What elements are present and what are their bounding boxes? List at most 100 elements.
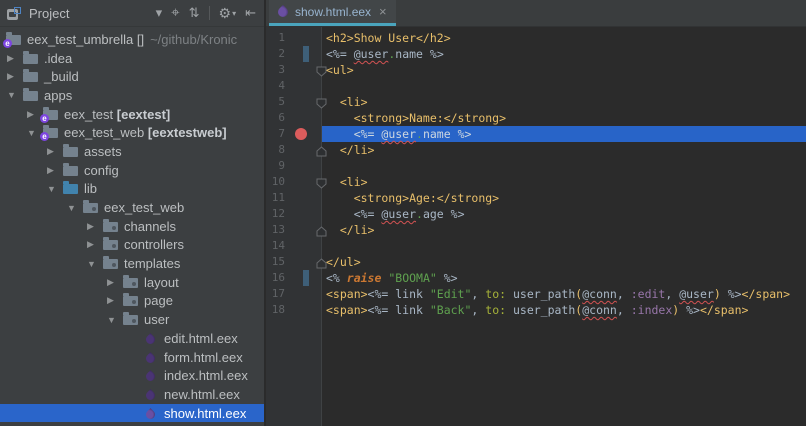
tree-item-new-html-eex[interactable]: new.html.eex [0, 385, 264, 404]
chevron-collapsed-icon[interactable]: ▶ [87, 239, 101, 250]
code-token[interactable]: <li> [326, 175, 368, 189]
code-token[interactable]: <span> [326, 287, 368, 301]
fold-start-icon[interactable] [316, 65, 327, 76]
fold-end-icon[interactable] [316, 225, 327, 236]
line-number[interactable]: 16 [266, 270, 285, 286]
code-line-12[interactable]: 12 <%= @user.age %> [266, 206, 806, 222]
code-token[interactable]: user_path [506, 303, 575, 317]
tree-item-edit-html-eex[interactable]: edit.html.eex [0, 329, 264, 348]
chevron-expanded-icon[interactable]: ▼ [7, 90, 21, 100]
code-token[interactable]: <h2>Show User</h2> [326, 31, 451, 45]
code-token[interactable]: , [617, 287, 631, 301]
line-number[interactable]: 2 [266, 46, 285, 62]
code-token[interactable]: @user [381, 207, 416, 221]
code-token[interactable]: to: [485, 287, 506, 301]
tree-item-eex-test-umbrella-[interactable]: eeex_test_umbrella []~/github/Kronic [0, 30, 264, 49]
code-token[interactable]: <% [326, 271, 347, 285]
gear-button[interactable]: ⚙ ▾ [219, 6, 237, 20]
code-token[interactable]: @user [381, 127, 416, 141]
tree-item--build[interactable]: ▶_build [0, 67, 264, 86]
code-token[interactable]: "BOOMA" [388, 271, 436, 285]
code-token[interactable]: user_path [506, 287, 575, 301]
tree-item-eex-test[interactable]: ▶eeex_test [eextest] [0, 105, 264, 124]
code-token[interactable]: </ul> [326, 255, 361, 269]
line-number[interactable]: 10 [266, 174, 285, 190]
code-token[interactable]: , [471, 287, 485, 301]
line-number[interactable]: 17 [266, 286, 285, 302]
code-token[interactable]: . [416, 127, 423, 141]
tree-item--idea[interactable]: ▶.idea [0, 49, 264, 68]
code-line-15[interactable]: 15</ul> [266, 254, 806, 270]
code-token[interactable]: :index [631, 303, 673, 317]
code-token[interactable]: ) [714, 287, 721, 301]
line-number[interactable]: 18 [266, 302, 285, 318]
chevron-collapsed-icon[interactable]: ▶ [27, 109, 41, 120]
code-token[interactable]: %> [721, 287, 742, 301]
fold-start-icon[interactable] [316, 97, 327, 108]
code-token[interactable]: <span> [326, 303, 368, 317]
code-line-1[interactable]: 1<h2>Show User</h2> [266, 30, 806, 46]
chevron-down-icon[interactable]: ▾ [156, 6, 163, 20]
code-token[interactable]: . [416, 207, 423, 221]
line-number[interactable]: 11 [266, 190, 285, 206]
code-token[interactable]: @conn [582, 303, 617, 317]
code-line-8[interactable]: 8 </li> [266, 142, 806, 158]
tree-item-channels[interactable]: ▶channels [0, 217, 264, 236]
chevron-collapsed-icon[interactable]: ▶ [107, 295, 121, 306]
tree-item-eex-test-web[interactable]: ▼eex_test_web [0, 198, 264, 217]
line-number[interactable]: 4 [266, 78, 285, 94]
line-number[interactable]: 12 [266, 206, 285, 222]
code-token[interactable]: <%= [326, 127, 381, 141]
code-token[interactable]: <%= link [368, 287, 430, 301]
code-token[interactable]: , [471, 303, 485, 317]
tree-item-show-html-eex[interactable]: show.html.eex [0, 404, 264, 423]
chevron-collapsed-icon[interactable]: ▶ [87, 221, 101, 232]
code-area[interactable]: 1<h2>Show User</h2>2 <%= @user. name %> 3 <u… [266, 30, 806, 318]
tree-item-eex-test-web[interactable]: ▼eeex_test_web [eextestweb] [0, 123, 264, 142]
tree-item-assets[interactable]: ▶assets [0, 142, 264, 161]
code-token[interactable]: </li> [326, 223, 374, 237]
code-token[interactable]: <strong>Age:</strong> [326, 191, 499, 205]
code-token[interactable]: "Edit" [430, 287, 472, 301]
code-token[interactable]: %> [437, 271, 458, 285]
chevron-collapsed-icon[interactable]: ▶ [47, 146, 61, 157]
code-line-4[interactable]: 4 [266, 78, 806, 94]
chevron-collapsed-icon[interactable]: ▶ [107, 277, 121, 288]
tree-item-apps[interactable]: ▼apps [0, 86, 264, 105]
code-line-7[interactable]: 7 <%= @user.name %> [266, 126, 806, 142]
locate-file-icon[interactable]: ⌖ [171, 6, 179, 20]
code-token[interactable]: %> [444, 207, 465, 221]
code-token[interactable]: :edit [631, 287, 666, 301]
chevron-expanded-icon[interactable]: ▼ [47, 184, 61, 194]
code-token[interactable]: </li> [326, 143, 374, 157]
fold-end-icon[interactable] [316, 257, 327, 268]
code-line-3[interactable]: 3 <ul> [266, 62, 806, 78]
tree-item-index-html-eex[interactable]: index.html.eex [0, 366, 264, 385]
tree-item-layout[interactable]: ▶layout [0, 273, 264, 292]
code-line-11[interactable]: 11 <strong>Age:</strong> [266, 190, 806, 206]
line-number[interactable]: 8 [266, 142, 285, 158]
chevron-expanded-icon[interactable]: ▼ [67, 203, 81, 213]
code-line-18[interactable]: 18<span><%= link "Back", to: user_path(@… [266, 302, 806, 318]
code-token[interactable]: @conn [582, 287, 617, 301]
code-token[interactable]: <ul> [326, 63, 354, 77]
code-token[interactable]: <%= link [368, 303, 430, 317]
collapse-all-icon[interactable]: ⇅ [189, 6, 200, 20]
code-editor[interactable]: 1<h2>Show User</h2>2 <%= @user. name %> 3 <u… [266, 27, 806, 426]
code-line-10[interactable]: 10 <li> [266, 174, 806, 190]
code-line-16[interactable]: 16<% raise "BOOMA" %> [266, 270, 806, 286]
code-token[interactable]: , [665, 287, 679, 301]
code-token[interactable]: name [395, 47, 423, 61]
code-token[interactable]: "Back" [430, 303, 472, 317]
tree-item-lib[interactable]: ▼lib [0, 180, 264, 199]
line-number[interactable]: 13 [266, 222, 285, 238]
code-token[interactable]: to: [485, 303, 506, 317]
line-number[interactable]: 14 [266, 238, 285, 254]
chevron-expanded-icon[interactable]: ▼ [27, 128, 41, 138]
line-number[interactable]: 6 [266, 110, 285, 126]
code-token[interactable]: <%= [326, 207, 381, 221]
breakpoint-dot[interactable] [295, 128, 307, 140]
code-line-9[interactable]: 9 [266, 158, 806, 174]
line-number[interactable]: 3 [266, 62, 285, 78]
tree-item-form-html-eex[interactable]: form.html.eex [0, 348, 264, 367]
